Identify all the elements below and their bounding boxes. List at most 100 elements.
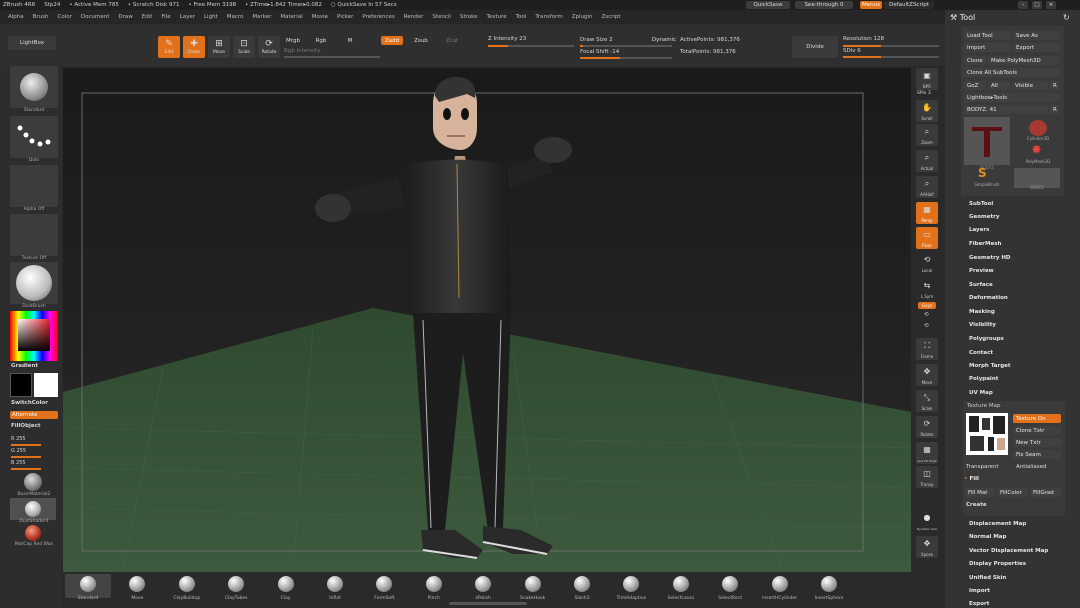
- menu-marker[interactable]: Marker: [252, 14, 271, 20]
- load-tool-button[interactable]: Load Tool: [964, 31, 1011, 40]
- goz-visible-button[interactable]: Visible: [1012, 81, 1048, 90]
- mrgb-button[interactable]: Mrgb: [283, 37, 303, 45]
- polypaint-section[interactable]: Polypaint: [969, 376, 998, 382]
- brush-standard-button[interactable]: Standard: [68, 573, 108, 603]
- draw-button[interactable]: ✚ Draw: [183, 36, 205, 58]
- menus-button[interactable]: Menus: [860, 1, 882, 9]
- rotate-button[interactable]: ⟳ Rotate: [258, 36, 280, 58]
- rotate-view-button[interactable]: ⟳ Rotate: [916, 416, 938, 438]
- clone-all-subtools-button[interactable]: Clone All SubTools: [964, 68, 1060, 77]
- tool-r-button[interactable]: R: [1050, 105, 1060, 114]
- local-button[interactable]: ⟲ Local: [916, 252, 938, 274]
- visibility-section[interactable]: Visibility: [969, 322, 996, 328]
- color-square[interactable]: [18, 319, 50, 351]
- fill-section[interactable]: • Fill: [964, 476, 979, 482]
- rotate-z-icon[interactable]: ⟲: [924, 323, 929, 329]
- xpose-button[interactable]: ✥ Xpose: [916, 536, 938, 558]
- canvas-viewport[interactable]: [63, 68, 911, 572]
- save-as-button[interactable]: Save As: [1013, 31, 1060, 40]
- brush-snakehook-button[interactable]: SnakeHook: [513, 573, 553, 603]
- stroke-thumbnail[interactable]: [10, 116, 58, 158]
- lsym-button[interactable]: ⇆ L.Sym: [916, 278, 938, 300]
- brush-pinch-button[interactable]: Pinch: [414, 573, 454, 603]
- fill-color-button[interactable]: FillColor: [997, 488, 1028, 497]
- rgb-button[interactable]: Rgb: [312, 37, 330, 45]
- uv-map-section[interactable]: UV Map: [969, 390, 993, 396]
- minimize-icon[interactable]: –: [1018, 1, 1028, 9]
- brush-formsoft-button[interactable]: FormSoft: [364, 573, 404, 603]
- rgb-intensity-slider[interactable]: [284, 56, 380, 58]
- solo-button[interactable]: ● Dynamic Solo: [916, 510, 938, 532]
- brush-selectlasso-button[interactable]: SelectLasso: [661, 573, 701, 603]
- create-section[interactable]: Create: [966, 502, 987, 508]
- edit-button[interactable]: ✎ Edit: [158, 36, 180, 58]
- brush-zpolish-button[interactable]: zPolish: [463, 573, 503, 603]
- switch-color-button[interactable]: SwitchColor: [11, 400, 48, 406]
- alpha-thumbnail[interactable]: [10, 165, 58, 207]
- geometry-hd-section[interactable]: Geometry HD: [969, 255, 1011, 261]
- bpr-button[interactable]: ▣ BPR: [916, 68, 938, 90]
- scale-view-button[interactable]: ⤡ Scale: [916, 390, 938, 412]
- refresh-icon[interactable]: ↻: [1063, 13, 1070, 22]
- fill-mat-button[interactable]: Fill Mat: [965, 488, 995, 497]
- menu-document[interactable]: Document: [81, 14, 110, 20]
- menu-brush[interactable]: Brush: [33, 14, 49, 20]
- g-slider[interactable]: [11, 456, 41, 458]
- scale-button[interactable]: ⊡ Scale: [233, 36, 255, 58]
- brush-selectrect-button[interactable]: SelectRect: [710, 573, 750, 603]
- lightbox-button[interactable]: LightBox: [8, 36, 56, 50]
- goz-button[interactable]: GoZ: [964, 81, 986, 90]
- menu-light[interactable]: Light: [204, 14, 218, 20]
- cylinder3d-icon[interactable]: [1029, 120, 1047, 136]
- brush-clay-button[interactable]: Clay: [266, 573, 306, 603]
- current-tool-slider[interactable]: BODYZ. 41: [964, 105, 1048, 114]
- export-button[interactable]: Export: [1013, 43, 1060, 52]
- main-color-swatch[interactable]: [34, 373, 58, 397]
- menu-transform[interactable]: Transform: [535, 14, 562, 20]
- layers-section[interactable]: Layers: [969, 227, 989, 233]
- texture-on-button[interactable]: Texture On: [1013, 414, 1061, 423]
- menu-draw[interactable]: Draw: [118, 14, 132, 20]
- actual-button[interactable]: ⌕ Actual: [916, 150, 938, 172]
- brush-claytubes-button[interactable]: ClayTubes: [216, 573, 256, 603]
- aahalf-button[interactable]: ⌕ AAHalf: [916, 176, 938, 198]
- divide-button[interactable]: Divide: [792, 36, 838, 58]
- zsub-button[interactable]: Zsub: [410, 36, 432, 45]
- resolution-slider[interactable]: [843, 45, 939, 47]
- gxyz-button[interactable]: Gxyz: [918, 302, 936, 309]
- menu-zscript[interactable]: Zscript: [601, 14, 620, 20]
- focal-shift-slider[interactable]: [580, 57, 672, 59]
- normal-map-section[interactable]: Normal Map: [969, 534, 1006, 540]
- texture-thumbnail[interactable]: [10, 214, 58, 256]
- subtool-section[interactable]: SubTool: [969, 201, 993, 207]
- dust-shader-button[interactable]: [10, 498, 56, 520]
- clone-button[interactable]: Clone: [964, 56, 986, 65]
- zadd-button[interactable]: Zadd: [381, 36, 403, 45]
- m-button[interactable]: M: [344, 37, 356, 45]
- export-section[interactable]: Export: [969, 601, 989, 607]
- polygroups-section[interactable]: Polygroups: [969, 336, 1004, 342]
- move-button[interactable]: ⊞ Move: [208, 36, 230, 58]
- default-zscript-button[interactable]: DefaultZScript: [884, 1, 934, 9]
- brush-trimadaptive-button[interactable]: TrimAdaptive: [611, 573, 651, 603]
- maximize-icon[interactable]: □: [1032, 1, 1042, 9]
- basic-material-icon[interactable]: [24, 473, 42, 491]
- goz-r-button[interactable]: R: [1050, 81, 1060, 90]
- menu-stencil[interactable]: Stencil: [432, 14, 451, 20]
- menu-macro[interactable]: Macro: [227, 14, 244, 20]
- clone-txtr-button[interactable]: Clone Txtr: [1013, 426, 1061, 435]
- material-thumbnail[interactable]: [10, 262, 58, 304]
- scroll-button[interactable]: ✋ Scroll: [916, 100, 938, 122]
- transparent-toggle[interactable]: Transparent: [966, 464, 999, 470]
- menu-layer[interactable]: Layer: [180, 14, 195, 20]
- shelf-scrollbar[interactable]: [449, 602, 527, 605]
- dynamic-button[interactable]: Dynamic: [652, 36, 676, 44]
- masking-section[interactable]: Masking: [969, 309, 995, 315]
- rotate-y-icon[interactable]: ⟲: [924, 312, 929, 318]
- brush-insertsphere-button[interactable]: InsertSphere: [809, 573, 849, 603]
- vector-displacement-map-section[interactable]: Vector Displacement Map: [969, 548, 1048, 554]
- persp-button[interactable]: ▦ Persp: [916, 202, 938, 224]
- deformation-section[interactable]: Deformation: [969, 295, 1008, 301]
- lightbox-tools-button[interactable]: Lightbox▸Tools: [964, 93, 1060, 102]
- menu-edit[interactable]: Edit: [142, 14, 153, 20]
